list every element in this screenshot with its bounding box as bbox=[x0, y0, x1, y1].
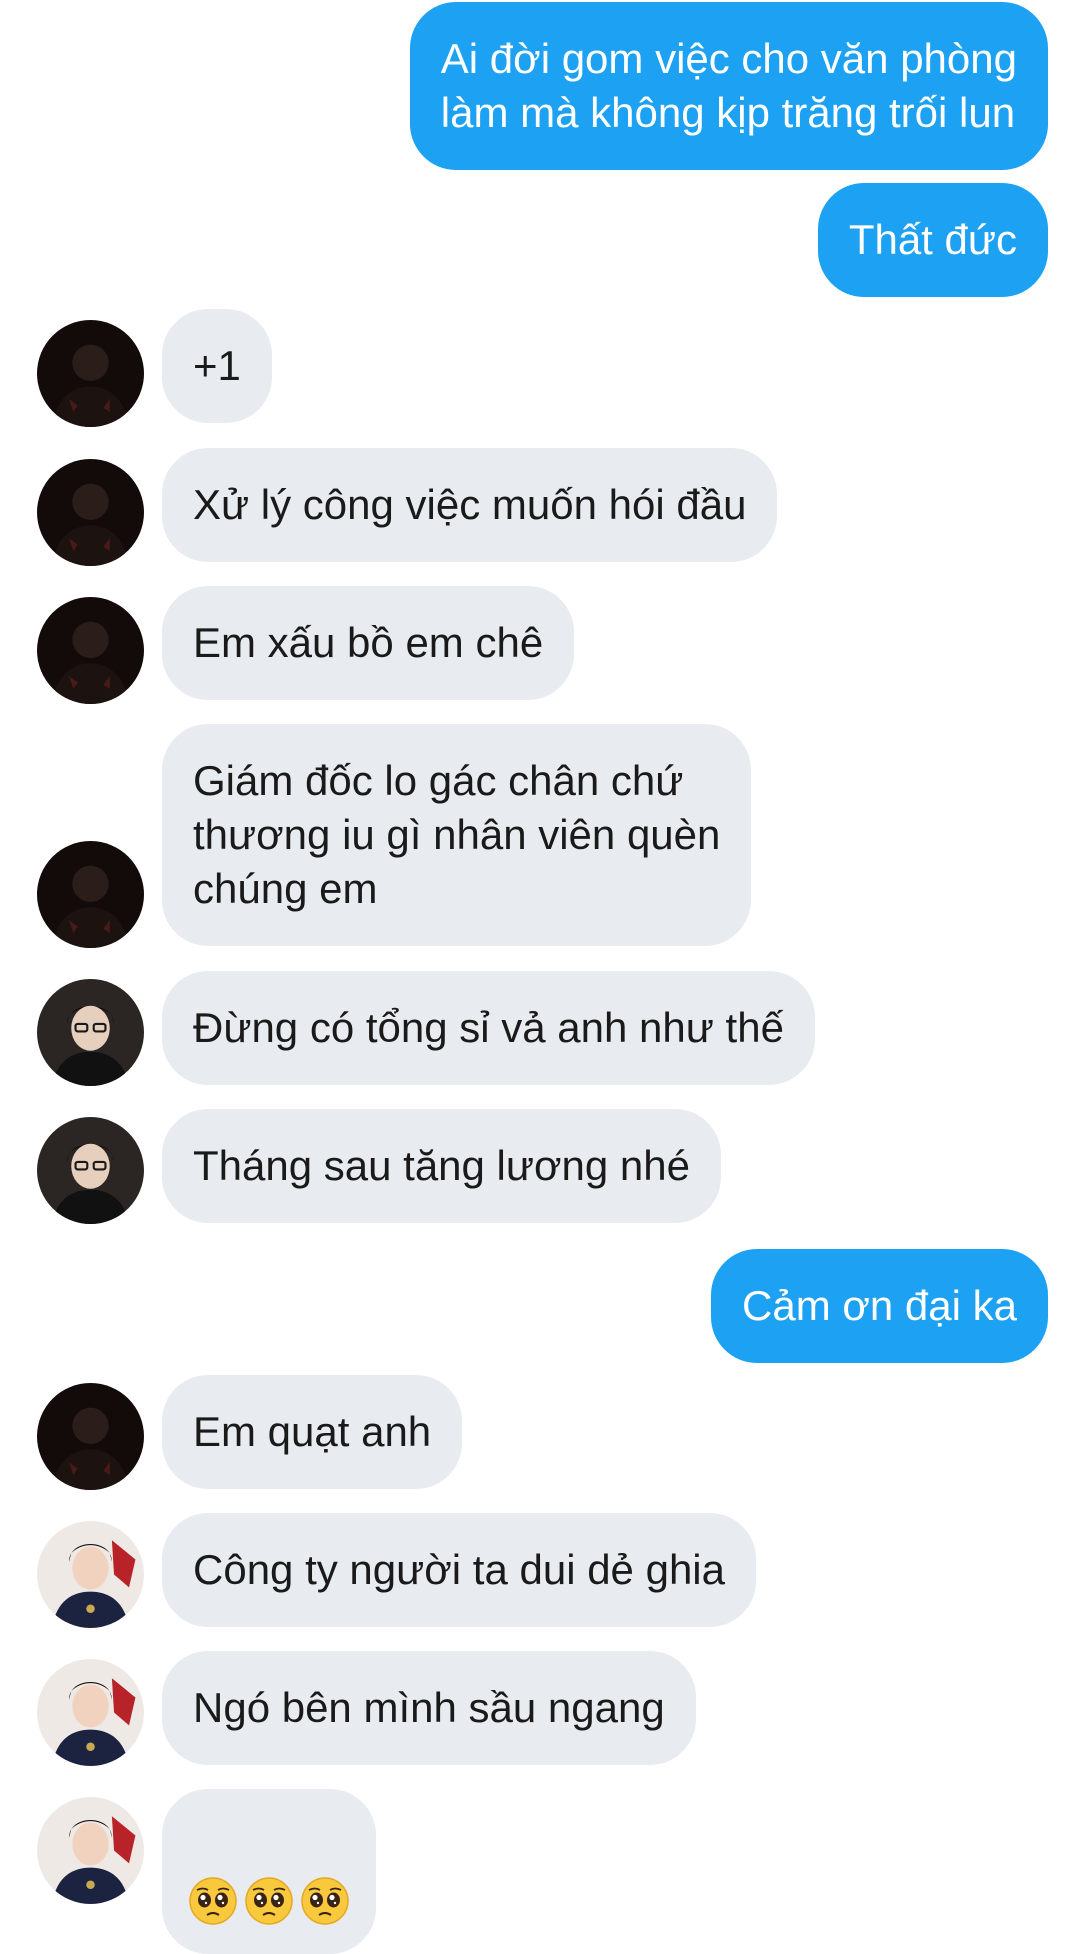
message-thread: Ai đời gom việc cho văn phòng làm mà khô… bbox=[0, 0, 1080, 1954]
sender-avatar[interactable] bbox=[37, 597, 144, 704]
sender-avatar[interactable] bbox=[37, 1797, 144, 1904]
incoming-message-bubble[interactable]: Giám đốc lo gác chân chứ thương iu gì nh… bbox=[162, 724, 752, 946]
incoming-message-bubble[interactable]: +1 bbox=[162, 309, 272, 423]
incoming-message-bubble[interactable]: Xử lý công việc muốn hói đầu bbox=[162, 448, 778, 562]
outgoing-message-bubble[interactable]: Ai đời gom việc cho văn phòng làm mà khô… bbox=[409, 2, 1048, 170]
outgoing-message-bubble[interactable]: Thất đức bbox=[817, 183, 1048, 297]
incoming-message-bubble[interactable]: Em xấu bồ em chê bbox=[162, 586, 575, 700]
pleading-face-icon bbox=[300, 1876, 350, 1926]
sender-avatar[interactable] bbox=[37, 1383, 144, 1490]
incoming-message-bubble[interactable]: Công ty người ta dui dẻ ghia bbox=[162, 1513, 756, 1627]
sender-avatar[interactable] bbox=[37, 841, 144, 948]
outgoing-message-bubble[interactable]: Cảm ơn đại ka bbox=[711, 1249, 1048, 1363]
sender-avatar[interactable] bbox=[37, 459, 144, 566]
sender-avatar[interactable] bbox=[37, 1117, 144, 1224]
sender-avatar[interactable] bbox=[37, 1521, 144, 1628]
incoming-message-bubble[interactable]: Ngó bên mình sầu ngang bbox=[162, 1651, 696, 1765]
pleading-face-icon bbox=[188, 1876, 238, 1926]
pleading-face-icon bbox=[244, 1876, 294, 1926]
incoming-message-bubble[interactable]: Đừng có tổng sỉ vả anh như thế bbox=[162, 971, 815, 1085]
incoming-message-bubble[interactable]: Tháng sau tăng lương nhé bbox=[162, 1109, 722, 1223]
incoming-emoji-bubble[interactable] bbox=[162, 1789, 376, 1954]
sender-avatar[interactable] bbox=[37, 1659, 144, 1766]
sender-avatar[interactable] bbox=[37, 320, 144, 427]
sender-avatar[interactable] bbox=[37, 979, 144, 1086]
incoming-message-bubble[interactable]: Em quạt anh bbox=[162, 1375, 463, 1489]
